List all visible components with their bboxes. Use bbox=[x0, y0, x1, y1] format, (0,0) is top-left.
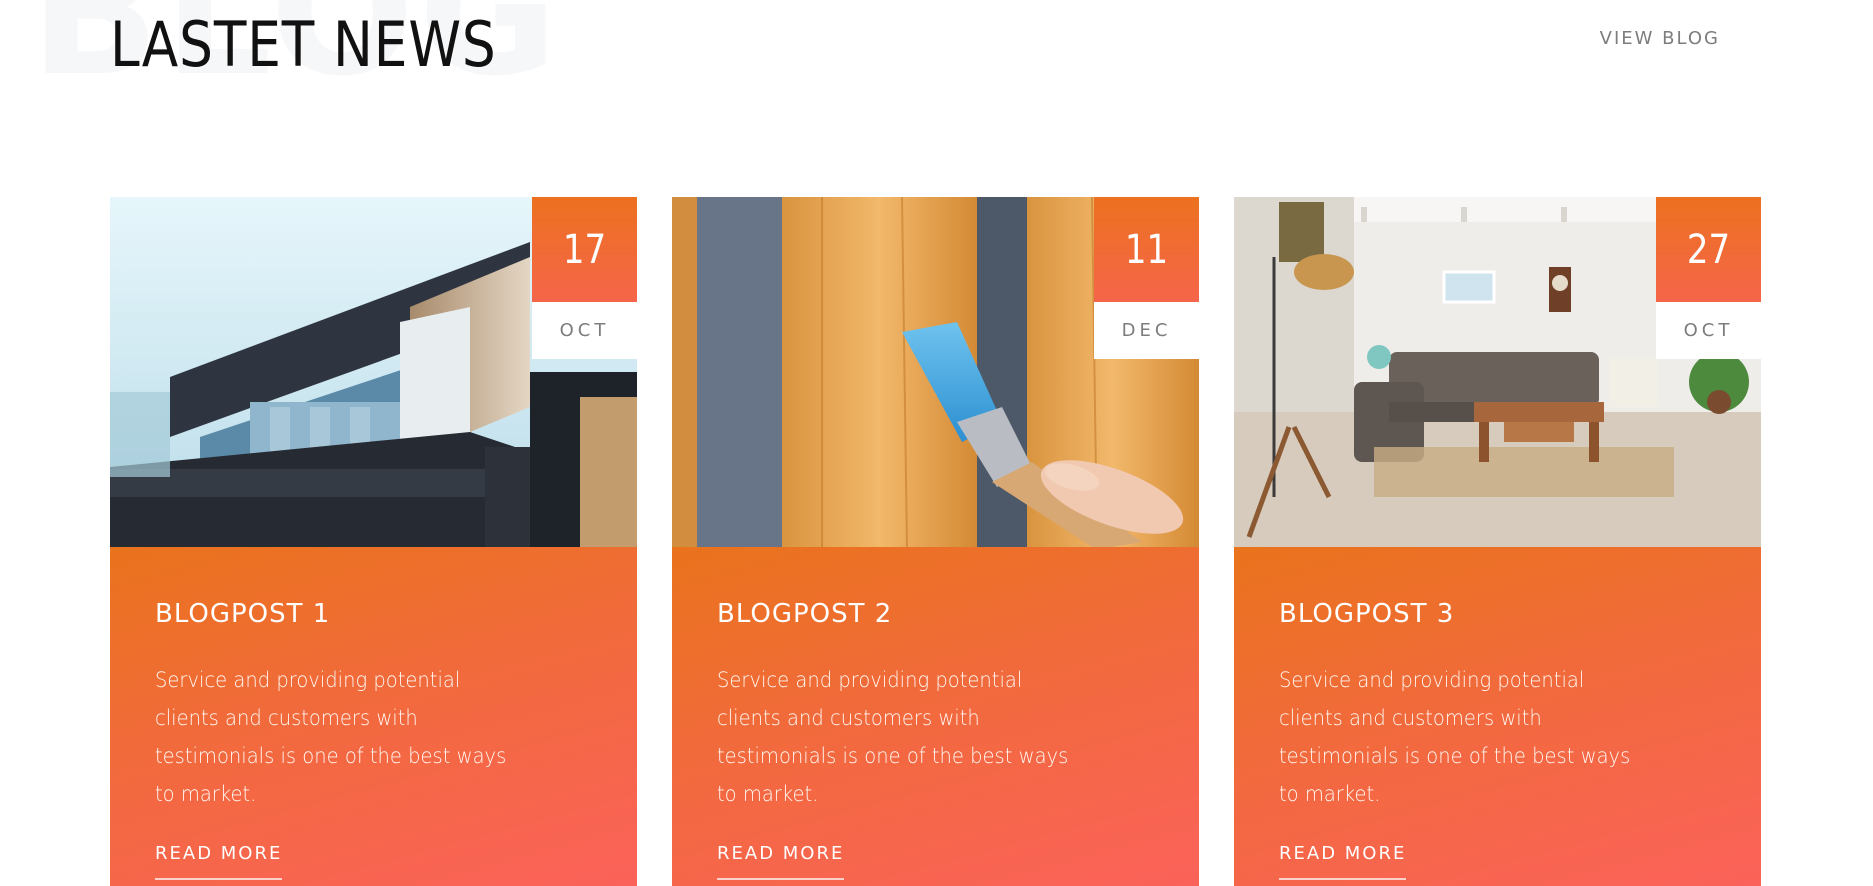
latest-news-section: BLOG LASTET NEWS VIEW BLOG 17 OCT BLOGPO… bbox=[0, 0, 1873, 886]
post-title[interactable]: BLOGPOST 2 bbox=[717, 597, 1154, 631]
read-more-link[interactable]: READ MORE bbox=[155, 843, 283, 880]
blog-card-2[interactable]: 11 DEC BLOGPOST 2 Service and providing … bbox=[672, 197, 1199, 886]
read-more-link[interactable]: READ MORE bbox=[717, 843, 845, 880]
blog-card-body: BLOGPOST 3 Service and providing potenti… bbox=[1234, 547, 1761, 886]
blog-card-image[interactable]: 27 OCT bbox=[1234, 197, 1761, 547]
post-date-month: OCT bbox=[1656, 302, 1761, 359]
blog-card-body: BLOGPOST 2 Service and providing potenti… bbox=[672, 547, 1199, 886]
post-title[interactable]: BLOGPOST 1 bbox=[155, 597, 592, 631]
post-date-month: OCT bbox=[532, 302, 637, 359]
read-more-link[interactable]: READ MORE bbox=[1279, 843, 1407, 880]
post-title[interactable]: BLOGPOST 3 bbox=[1279, 597, 1716, 631]
post-date-day: 17 bbox=[532, 197, 637, 302]
post-excerpt: Service and providing potential clients … bbox=[155, 668, 507, 806]
post-date-day: 27 bbox=[1656, 197, 1761, 302]
blog-card-body: BLOGPOST 1 Service and providing potenti… bbox=[110, 547, 637, 886]
post-excerpt: Service and providing potential clients … bbox=[717, 668, 1069, 806]
post-excerpt: Service and providing potential clients … bbox=[1279, 668, 1631, 806]
post-date-month: DEC bbox=[1094, 302, 1199, 359]
blog-card-3[interactable]: 27 OCT BLOGPOST 3 Service and providing … bbox=[1234, 197, 1761, 886]
post-date-day: 11 bbox=[1094, 197, 1199, 302]
blog-card-image[interactable]: 17 OCT bbox=[110, 197, 637, 547]
section-title: LASTET NEWS bbox=[110, 8, 497, 81]
view-blog-link[interactable]: VIEW BLOG bbox=[1600, 28, 1720, 49]
blog-card-1[interactable]: 17 OCT BLOGPOST 1 Service and providing … bbox=[110, 197, 637, 886]
blog-card-image[interactable]: 11 DEC bbox=[672, 197, 1199, 547]
blog-cards-row: 17 OCT BLOGPOST 1 Service and providing … bbox=[110, 197, 1761, 886]
